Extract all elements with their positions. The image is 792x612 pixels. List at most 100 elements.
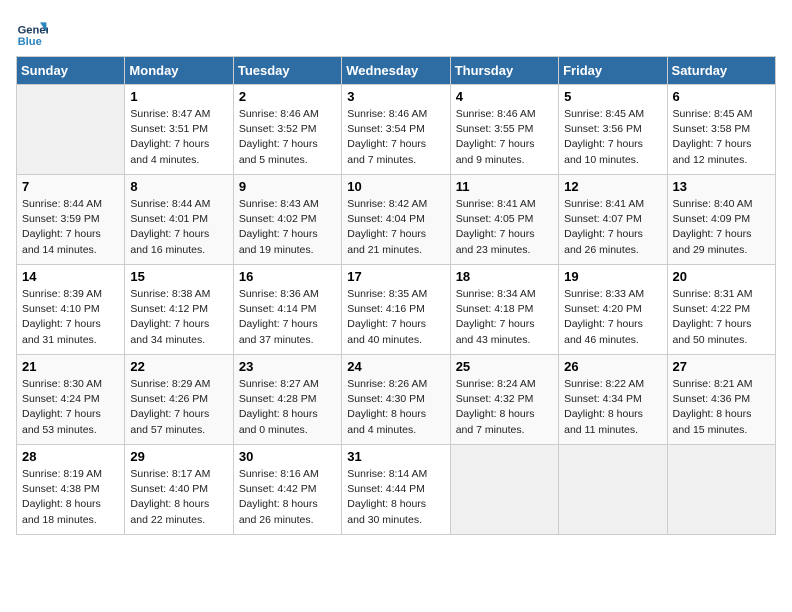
column-header-friday: Friday xyxy=(559,57,667,85)
day-number: 28 xyxy=(22,449,119,464)
day-number: 25 xyxy=(456,359,553,374)
day-content: Sunrise: 8:46 AMSunset: 3:55 PMDaylight:… xyxy=(456,107,553,168)
column-header-thursday: Thursday xyxy=(450,57,558,85)
calendar-cell: 6 Sunrise: 8:45 AMSunset: 3:58 PMDaylight… xyxy=(667,85,775,175)
calendar-cell: 31 Sunrise: 8:14 AMSunset: 4:44 PMDayligh… xyxy=(342,445,450,535)
calendar-cell: 19 Sunrise: 8:33 AMSunset: 4:20 PMDayligh… xyxy=(559,265,667,355)
calendar-cell: 13Sunrise: 8:40 AMSunset: 4:09 PMDayligh… xyxy=(667,175,775,265)
calendar-cell: 16 Sunrise: 8:36 AMSunset: 4:14 PMDayligh… xyxy=(233,265,341,355)
calendar-cell: 23 Sunrise: 8:27 AMSunset: 4:28 PMDayligh… xyxy=(233,355,341,445)
day-content: Sunrise: 8:31 AMSunset: 4:22 PMDaylight:… xyxy=(673,287,770,348)
page-header: General Blue xyxy=(16,16,776,48)
day-content: Sunrise: 8:14 AMSunset: 4:44 PMDaylight:… xyxy=(347,467,444,528)
day-number: 11 xyxy=(456,179,553,194)
day-number: 12 xyxy=(564,179,661,194)
day-content: Sunrise: 8:43 AMSunset: 4:02 PMDaylight:… xyxy=(239,197,336,258)
day-content: Sunrise: 8:38 AMSunset: 4:12 PMDaylight:… xyxy=(130,287,227,348)
calendar-cell: 1 Sunrise: 8:47 AMSunset: 3:51 PMDaylight… xyxy=(125,85,233,175)
calendar-cell: 17 Sunrise: 8:35 AMSunset: 4:16 PMDayligh… xyxy=(342,265,450,355)
calendar-cell: 10 Sunrise: 8:42 AMSunset: 4:04 PMDayligh… xyxy=(342,175,450,265)
day-content: Sunrise: 8:46 AMSunset: 3:52 PMDaylight:… xyxy=(239,107,336,168)
day-number: 10 xyxy=(347,179,444,194)
day-content: Sunrise: 8:45 AMSunset: 3:56 PMDaylight:… xyxy=(564,107,661,168)
day-number: 18 xyxy=(456,269,553,284)
day-content: Sunrise: 8:42 AMSunset: 4:04 PMDaylight:… xyxy=(347,197,444,258)
calendar-body: 1 Sunrise: 8:47 AMSunset: 3:51 PMDaylight… xyxy=(17,85,776,535)
day-content: Sunrise: 8:44 AMSunset: 3:59 PMDaylight:… xyxy=(22,197,119,258)
calendar-cell: 27Sunrise: 8:21 AMSunset: 4:36 PMDayligh… xyxy=(667,355,775,445)
day-number: 29 xyxy=(130,449,227,464)
day-content: Sunrise: 8:19 AMSunset: 4:38 PMDaylight:… xyxy=(22,467,119,528)
day-number: 7 xyxy=(22,179,119,194)
day-content: Sunrise: 8:34 AMSunset: 4:18 PMDaylight:… xyxy=(456,287,553,348)
day-content: Sunrise: 8:45 AMSunset: 3:58 PMDaylight:… xyxy=(673,107,770,168)
column-header-wednesday: Wednesday xyxy=(342,57,450,85)
day-number: 20 xyxy=(673,269,770,284)
day-content: Sunrise: 8:47 AMSunset: 3:51 PMDaylight:… xyxy=(130,107,227,168)
day-number: 22 xyxy=(130,359,227,374)
day-content: Sunrise: 8:36 AMSunset: 4:14 PMDaylight:… xyxy=(239,287,336,348)
day-content: Sunrise: 8:41 AMSunset: 4:07 PMDaylight:… xyxy=(564,197,661,258)
logo: General Blue xyxy=(16,16,52,48)
day-number: 6 xyxy=(673,89,770,104)
calendar-cell: 24 Sunrise: 8:26 AMSunset: 4:30 PMDayligh… xyxy=(342,355,450,445)
day-content: Sunrise: 8:26 AMSunset: 4:30 PMDaylight:… xyxy=(347,377,444,438)
day-number: 19 xyxy=(564,269,661,284)
day-number: 2 xyxy=(239,89,336,104)
calendar-cell: 29 Sunrise: 8:17 AMSunset: 4:40 PMDayligh… xyxy=(125,445,233,535)
svg-text:Blue: Blue xyxy=(18,36,42,48)
calendar-cell: 12 Sunrise: 8:41 AMSunset: 4:07 PMDayligh… xyxy=(559,175,667,265)
day-number: 26 xyxy=(564,359,661,374)
day-number: 16 xyxy=(239,269,336,284)
calendar-cell xyxy=(559,445,667,535)
day-number: 5 xyxy=(564,89,661,104)
week-row-4: 21 Sunrise: 8:30 AMSunset: 4:24 PMDayligh… xyxy=(17,355,776,445)
calendar-cell: 8Sunrise: 8:44 AMSunset: 4:01 PMDaylight… xyxy=(125,175,233,265)
calendar-cell: 4 Sunrise: 8:46 AMSunset: 3:55 PMDaylight… xyxy=(450,85,558,175)
day-content: Sunrise: 8:27 AMSunset: 4:28 PMDaylight:… xyxy=(239,377,336,438)
column-header-monday: Monday xyxy=(125,57,233,85)
calendar-cell: 7 Sunrise: 8:44 AMSunset: 3:59 PMDaylight… xyxy=(17,175,125,265)
day-content: Sunrise: 8:21 AMSunset: 4:36 PMDaylight:… xyxy=(673,377,770,438)
day-number: 1 xyxy=(130,89,227,104)
calendar-cell: 30Sunrise: 8:16 AMSunset: 4:42 PMDayligh… xyxy=(233,445,341,535)
day-content: Sunrise: 8:46 AMSunset: 3:54 PMDaylight:… xyxy=(347,107,444,168)
day-number: 15 xyxy=(130,269,227,284)
day-number: 23 xyxy=(239,359,336,374)
calendar-cell: 25Sunrise: 8:24 AMSunset: 4:32 PMDayligh… xyxy=(450,355,558,445)
day-content: Sunrise: 8:41 AMSunset: 4:05 PMDaylight:… xyxy=(456,197,553,258)
calendar-cell: 3 Sunrise: 8:46 AMSunset: 3:54 PMDaylight… xyxy=(342,85,450,175)
day-number: 4 xyxy=(456,89,553,104)
day-number: 14 xyxy=(22,269,119,284)
week-row-2: 7 Sunrise: 8:44 AMSunset: 3:59 PMDaylight… xyxy=(17,175,776,265)
day-content: Sunrise: 8:33 AMSunset: 4:20 PMDaylight:… xyxy=(564,287,661,348)
day-number: 13 xyxy=(673,179,770,194)
calendar-cell: 28 Sunrise: 8:19 AMSunset: 4:38 PMDayligh… xyxy=(17,445,125,535)
day-number: 17 xyxy=(347,269,444,284)
column-header-saturday: Saturday xyxy=(667,57,775,85)
day-number: 24 xyxy=(347,359,444,374)
calendar-cell: 15 Sunrise: 8:38 AMSunset: 4:12 PMDayligh… xyxy=(125,265,233,355)
calendar-table: SundayMondayTuesdayWednesdayThursdayFrid… xyxy=(16,56,776,535)
day-content: Sunrise: 8:16 AMSunset: 4:42 PMDaylight:… xyxy=(239,467,336,528)
week-row-5: 28 Sunrise: 8:19 AMSunset: 4:38 PMDayligh… xyxy=(17,445,776,535)
calendar-cell: 26Sunrise: 8:22 AMSunset: 4:34 PMDayligh… xyxy=(559,355,667,445)
calendar-cell: 20 Sunrise: 8:31 AMSunset: 4:22 PMDayligh… xyxy=(667,265,775,355)
calendar-header: SundayMondayTuesdayWednesdayThursdayFrid… xyxy=(17,57,776,85)
day-number: 31 xyxy=(347,449,444,464)
day-content: Sunrise: 8:39 AMSunset: 4:10 PMDaylight:… xyxy=(22,287,119,348)
calendar-cell: 9Sunrise: 8:43 AMSunset: 4:02 PMDaylight… xyxy=(233,175,341,265)
calendar-cell xyxy=(450,445,558,535)
calendar-cell xyxy=(17,85,125,175)
day-content: Sunrise: 8:35 AMSunset: 4:16 PMDaylight:… xyxy=(347,287,444,348)
day-content: Sunrise: 8:30 AMSunset: 4:24 PMDaylight:… xyxy=(22,377,119,438)
calendar-cell: 22Sunrise: 8:29 AMSunset: 4:26 PMDayligh… xyxy=(125,355,233,445)
calendar-cell: 21 Sunrise: 8:30 AMSunset: 4:24 PMDayligh… xyxy=(17,355,125,445)
day-number: 3 xyxy=(347,89,444,104)
column-header-tuesday: Tuesday xyxy=(233,57,341,85)
logo-icon: General Blue xyxy=(16,16,48,48)
week-row-1: 1 Sunrise: 8:47 AMSunset: 3:51 PMDaylight… xyxy=(17,85,776,175)
day-number: 21 xyxy=(22,359,119,374)
calendar-cell: 5 Sunrise: 8:45 AMSunset: 3:56 PMDaylight… xyxy=(559,85,667,175)
day-content: Sunrise: 8:17 AMSunset: 4:40 PMDaylight:… xyxy=(130,467,227,528)
